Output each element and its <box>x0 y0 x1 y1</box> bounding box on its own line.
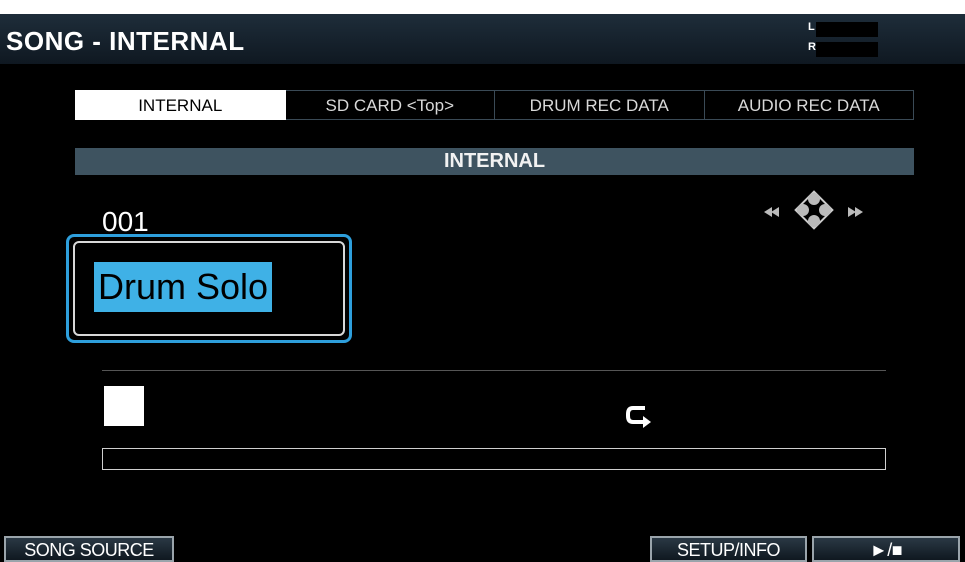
tab-audio-rec-data[interactable]: AUDIO REC DATA <box>704 90 914 120</box>
fast-forward-icon <box>848 207 863 217</box>
screen-title: SONG - INTERNAL <box>6 26 245 56</box>
cursor-nav-icon <box>764 190 863 230</box>
meter-left-bar <box>816 22 878 37</box>
meter-right-label: R <box>808 41 816 53</box>
play-stop-button[interactable]: ►/■ <box>812 536 960 562</box>
top-strip <box>0 0 965 14</box>
meter-right-bar <box>816 42 878 57</box>
section-header: INTERNAL <box>75 148 914 175</box>
stop-icon <box>104 386 144 426</box>
source-tabs: INTERNAL SD CARD <Top> DRUM REC DATA AUD… <box>75 90 914 120</box>
tab-sd-card[interactable]: SD CARD <Top> <box>285 90 495 120</box>
song-number: 001 <box>102 206 149 237</box>
level-meter: L R <box>808 22 878 57</box>
divider <box>102 370 886 371</box>
title-bar: SONG - INTERNAL L R <box>0 14 965 64</box>
rewind-icon <box>764 207 779 217</box>
dpad-icon <box>794 190 834 230</box>
tab-internal[interactable]: INTERNAL <box>75 90 286 120</box>
loop-icon <box>626 406 651 428</box>
tab-drum-rec-data[interactable]: DRUM REC DATA <box>495 90 705 120</box>
song-source-button[interactable]: SONG SOURCE <box>4 536 174 562</box>
song-name[interactable]: Drum Solo <box>94 262 273 312</box>
song-progress-bar <box>102 448 886 470</box>
meter-left-label: L <box>808 21 815 33</box>
setup-info-button[interactable]: SETUP/INFO <box>650 536 807 562</box>
